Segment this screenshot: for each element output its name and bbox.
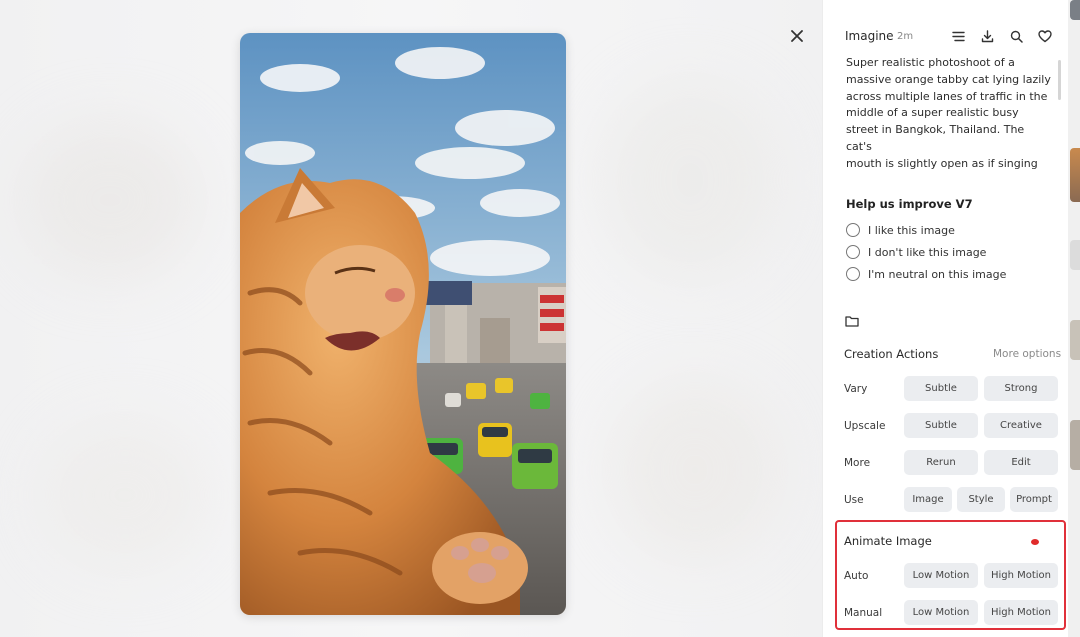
radio-button[interactable] [846, 267, 860, 281]
manual-high-motion-button[interactable]: High Motion [984, 600, 1058, 625]
rerun-button[interactable]: Rerun [904, 450, 978, 475]
thumbnail[interactable] [1070, 148, 1080, 202]
cat-street-image [240, 33, 566, 615]
close-button[interactable] [786, 25, 808, 47]
heart-icon [1038, 29, 1052, 42]
prompt-text[interactable]: Super realistic photoshoot of a massive … [846, 55, 1051, 173]
more-options-link[interactable]: More options [993, 348, 1061, 360]
download-button[interactable] [978, 27, 996, 45]
close-icon [791, 30, 803, 42]
use-image-button[interactable]: Image [904, 487, 952, 512]
prompt-scrollbar[interactable] [1058, 60, 1061, 100]
annotation-dot [1031, 539, 1039, 545]
folder-button[interactable] [845, 312, 861, 327]
feedback-title: Help us improve V7 [846, 197, 973, 211]
backdrop-blur-shape [20, 120, 200, 280]
feedback-option-neutral[interactable]: I'm neutral on this image [846, 265, 1006, 283]
list-button[interactable] [949, 27, 967, 45]
upscale-creative-button[interactable]: Creative [984, 413, 1058, 438]
manual-label: Manual [844, 607, 883, 619]
use-prompt-button[interactable]: Prompt [1010, 487, 1058, 512]
thumbnail-strip [1068, 0, 1080, 637]
favorite-button[interactable] [1036, 27, 1054, 45]
search-icon [1010, 30, 1023, 43]
feedback-option-label: I don't like this image [868, 245, 987, 259]
download-icon [981, 29, 993, 42]
thumbnail[interactable] [1070, 240, 1080, 270]
backdrop-blur-shape [600, 80, 780, 280]
panel-header: Imagine 2m [845, 27, 1060, 45]
app-name: Imagine [845, 29, 894, 43]
radio-button[interactable] [846, 223, 860, 237]
generated-image[interactable] [240, 33, 566, 615]
feedback-option-dislike[interactable]: I don't like this image [846, 243, 986, 261]
thumbnail[interactable] [1070, 320, 1080, 360]
upscale-subtle-button[interactable]: Subtle [904, 413, 978, 438]
thumbnail[interactable] [1070, 420, 1080, 470]
upscale-label: Upscale [844, 420, 886, 432]
vary-label: Vary [844, 383, 868, 395]
search-button[interactable] [1007, 27, 1025, 45]
list-icon [951, 31, 965, 41]
time-ago: 2m [897, 31, 914, 42]
thumbnail[interactable] [1070, 0, 1080, 20]
use-label: Use [844, 494, 864, 506]
manual-low-motion-button[interactable]: Low Motion [904, 600, 978, 625]
feedback-option-label: I'm neutral on this image [868, 267, 1007, 281]
backdrop-blur-shape [610, 380, 780, 560]
folder-icon [845, 316, 859, 327]
auto-low-motion-button[interactable]: Low Motion [904, 563, 978, 588]
vary-strong-button[interactable]: Strong [984, 376, 1058, 401]
feedback-option-label: I like this image [868, 223, 955, 237]
edit-button[interactable]: Edit [984, 450, 1058, 475]
radio-button[interactable] [846, 245, 860, 259]
auto-high-motion-button[interactable]: High Motion [984, 563, 1058, 588]
animate-image-title: Animate Image [844, 534, 932, 548]
backdrop-blur-shape [40, 420, 210, 570]
more-label: More [844, 457, 871, 469]
feedback-option-like[interactable]: I like this image [846, 221, 955, 239]
use-style-button[interactable]: Style [957, 487, 1005, 512]
vary-subtle-button[interactable]: Subtle [904, 376, 978, 401]
creation-actions-title: Creation Actions [844, 347, 939, 361]
auto-label: Auto [844, 570, 869, 582]
